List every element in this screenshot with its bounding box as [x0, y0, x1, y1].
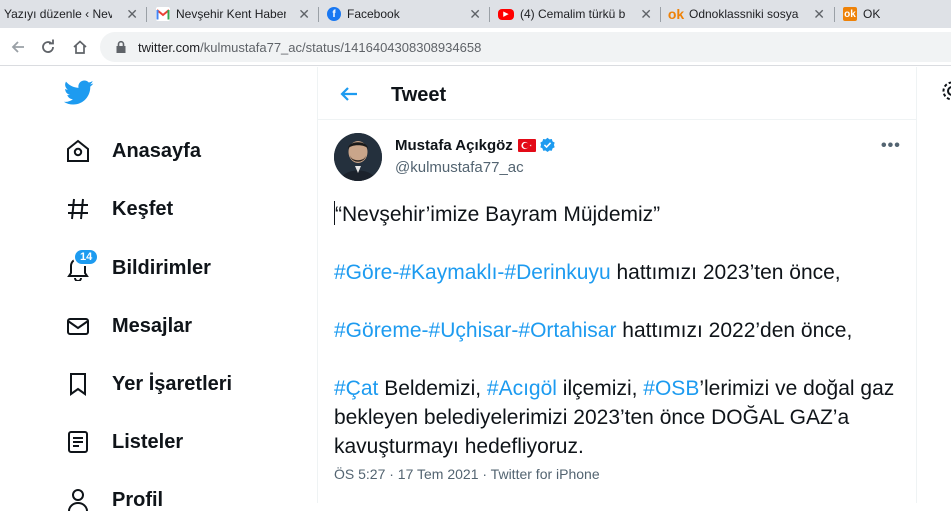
tab-separator — [318, 7, 319, 22]
sidebar-item-label: Keşfet — [112, 198, 173, 221]
sidebar-item-label: Bildirimler — [112, 257, 211, 280]
sidebar-item-label: Listeler — [112, 431, 183, 454]
bookmark-icon — [64, 370, 92, 398]
notification-badge: 14 — [73, 248, 99, 266]
sidebar-item-messages[interactable]: Mesajlar — [64, 311, 192, 341]
tab-separator — [660, 7, 661, 22]
hashtag-link[interactable]: #Göreme — [334, 319, 422, 342]
page-title: Tweet — [391, 84, 446, 107]
main-column: Tweet Mustafa Açıkgöz @kulmustafa77_ac •… — [317, 67, 917, 503]
url-field[interactable]: twitter.com/kulmustafa77_ac/status/14164… — [100, 32, 951, 62]
hashtag-link[interactable]: #Acıgöl — [487, 377, 557, 400]
tweet-line: “Nevşehir’imize Bayram Müjdemiz” — [335, 203, 660, 226]
tweet-metadata[interactable]: ÖS 5:27 · 17 Tem 2021 · Twitter for iPho… — [334, 466, 600, 482]
close-icon[interactable]: ✕ — [126, 6, 138, 23]
tweet-text-segment: hattımızı 2023’ten önce, — [611, 261, 841, 284]
list-icon — [64, 428, 92, 456]
hashtag-link[interactable]: #Çat — [334, 377, 378, 400]
tab-title: (4) Cemalim türkü b — [520, 7, 625, 21]
sidebar-item-notifications[interactable]: 14 Bildirimler — [64, 253, 211, 283]
close-icon[interactable]: ✕ — [469, 6, 481, 23]
twitter-logo-icon[interactable] — [64, 80, 94, 106]
sidebar-item-label: Profil — [112, 489, 163, 512]
home-icon — [64, 137, 92, 165]
tweet-text: “Nevşehir’imize Bayram Müjdemiz” #Göre-#… — [334, 200, 904, 461]
author-handle[interactable]: @kulmustafa77_ac — [395, 159, 524, 176]
tab-separator — [834, 7, 835, 22]
avatar[interactable] — [334, 133, 382, 181]
hashtag-link[interactable]: #Kaymaklı — [399, 261, 497, 284]
sidebar-item-explore[interactable]: Keşfet — [64, 194, 173, 224]
tweet-text-segment: Beldemizi, — [378, 377, 487, 400]
hashtag-separator: - — [422, 319, 429, 342]
facebook-icon: f — [327, 7, 341, 21]
sidebar-item-label: Anasayfa — [112, 140, 201, 163]
profile-icon — [64, 486, 92, 514]
browser-tab-bar: Yazıyı düzenle ‹ Nevşe ✕ Nevşehir Kent H… — [0, 0, 951, 28]
url-path: /kulmustafa77_ac/status/1416404308308934… — [200, 40, 481, 55]
tab-title: Odnoklassniki sosyal — [689, 7, 799, 21]
lock-icon — [114, 40, 128, 54]
close-icon[interactable]: ✕ — [813, 6, 825, 23]
tab-title: Yazıyı düzenle ‹ Nevşe — [4, 7, 112, 21]
browser-tab[interactable]: f Facebook ✕ — [327, 0, 487, 28]
hashtag-link[interactable]: #Ortahisar — [518, 319, 616, 342]
tab-title: Nevşehir Kent Haber — [176, 7, 286, 21]
hashtag-link[interactable]: #Derinkuyu — [504, 261, 610, 284]
verified-badge-icon — [539, 137, 556, 154]
hashtag-icon — [64, 195, 92, 223]
youtube-icon: ▶ — [498, 9, 514, 20]
browser-tab[interactable]: ok OK — [843, 0, 951, 28]
sidebar-item-lists[interactable]: Listeler — [64, 427, 183, 457]
envelope-icon — [64, 312, 92, 340]
sidebar-item-profile[interactable]: Profil — [64, 485, 163, 515]
tweet-text-segment: hattımızı 2022’den önce, — [616, 319, 852, 342]
browser-tab[interactable]: Nevşehir Kent Haber ✕ — [156, 0, 316, 28]
sidebar-item-home[interactable]: Anasayfa — [64, 136, 201, 166]
tab-title: Facebook — [347, 7, 457, 21]
main-header: Tweet — [318, 67, 917, 120]
close-icon[interactable]: ✕ — [640, 6, 652, 23]
close-icon[interactable]: ✕ — [298, 6, 310, 23]
turkey-flag-icon — [518, 139, 536, 152]
author-name[interactable]: Mustafa Açıkgöz — [395, 137, 513, 154]
url-host: twitter.com — [138, 40, 200, 55]
author-row: Mustafa Açıkgöz — [395, 137, 556, 154]
tweet-paragraph: #Çat Beldemizi, #Acıgöl ilçemizi, #OSB’l… — [334, 374, 904, 461]
sidebar-item-bookmarks[interactable]: Yer İşaretleri — [64, 369, 232, 399]
odnoklassniki-icon: ok — [669, 7, 683, 21]
ok-icon: ok — [843, 7, 857, 21]
back-arrow-icon[interactable] — [8, 37, 28, 57]
browser-tab[interactable]: ▶ (4) Cemalim türkü b ✕ — [498, 0, 658, 28]
bell-icon: 14 — [64, 254, 92, 282]
hashtag-link[interactable]: #OSB — [643, 377, 699, 400]
settings-gear-icon[interactable] — [941, 80, 951, 102]
tab-separator — [489, 7, 490, 22]
tweet-paragraph: #Göreme-#Uçhisar-#Ortahisar hattımızı 20… — [334, 316, 904, 345]
back-arrow-icon[interactable] — [338, 83, 360, 105]
tweet-paragraph: #Göre-#Kaymaklı-#Derinkuyu hattımızı 202… — [334, 258, 904, 287]
more-options-icon[interactable]: ••• — [881, 137, 901, 155]
address-bar: twitter.com/kulmustafa77_ac/status/14164… — [0, 28, 951, 66]
browser-tab[interactable]: ok Odnoklassniki sosyal ✕ — [669, 0, 831, 28]
reload-icon[interactable] — [38, 37, 58, 57]
tweet-text-segment: ilçemizi, — [557, 377, 643, 400]
home-button-icon[interactable] — [70, 37, 90, 57]
tweet-paragraph: “Nevşehir’imize Bayram Müjdemiz” — [334, 200, 904, 229]
tab-title: OK — [863, 7, 880, 21]
hashtag-link[interactable]: #Uçhisar — [429, 319, 512, 342]
browser-tab[interactable]: Yazıyı düzenle ‹ Nevşe ✕ — [4, 0, 144, 28]
sidebar-item-label: Yer İşaretleri — [112, 373, 232, 396]
hashtag-link[interactable]: #Göre — [334, 261, 392, 284]
tab-separator — [146, 7, 147, 22]
gmail-icon — [156, 7, 170, 21]
sidebar-item-label: Mesajlar — [112, 315, 192, 338]
